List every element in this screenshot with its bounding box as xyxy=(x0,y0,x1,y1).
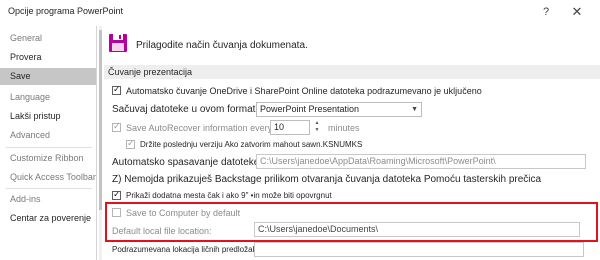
sidebar-divider xyxy=(6,188,92,189)
sidebar-item-proofing[interactable]: Provera xyxy=(0,49,96,66)
sidebar-item-advanced[interactable]: Advanced xyxy=(0,127,96,144)
personal-templates-input[interactable] xyxy=(254,242,584,257)
help-button[interactable]: ? xyxy=(538,4,554,20)
autorecover-minutes-value: 10 xyxy=(274,122,285,132)
options-sidebar: General Provera Save Language Lakši pris… xyxy=(0,26,97,260)
autosave-checkbox[interactable] xyxy=(112,84,121,95)
sidebar-item-save[interactable]: Save xyxy=(0,68,96,85)
section-title: Čuvanje prezentacija xyxy=(108,67,193,77)
show-additional-places-checkbox[interactable] xyxy=(112,189,121,200)
sidebar-item-customize-ribbon[interactable]: Customize Ribbon xyxy=(0,150,96,167)
title-bar: Opcije programa PowerPoint ? ✕ xyxy=(0,0,600,24)
sidebar-item-quick-access-toolbar[interactable]: Quick Access Toolbar xyxy=(0,169,96,186)
show-additional-places-label: Prikaži dodatna mesta čak i ako 9" •in m… xyxy=(126,191,332,200)
autosave-label: Automatsko čuvanje OneDrive i SharePoint… xyxy=(126,86,482,96)
save-icon xyxy=(109,34,127,52)
spinner-arrows-icon[interactable]: ▲ ▼ xyxy=(312,120,322,134)
autorecover-minutes-input[interactable]: 10 xyxy=(270,120,310,135)
content-scrollbar-thumb[interactable] xyxy=(99,30,102,210)
autorecover-location-input[interactable]: C:\Users\janedoe\AppData\Roaming\Microso… xyxy=(256,154,586,169)
window-title: Opcije programa PowerPoint xyxy=(8,6,124,16)
sidebar-item-general[interactable]: General xyxy=(0,30,96,47)
page-header: Prilagodite način čuvanja dokumenata. xyxy=(136,40,308,51)
default-local-location-input[interactable]: C:\Users\janedoe\Documents\ xyxy=(254,222,580,237)
default-local-location-label: Default local file location: xyxy=(112,226,212,236)
sidebar-divider xyxy=(6,147,92,148)
autorecover-label: Save AutoRecover information every xyxy=(126,123,273,133)
autorecover-location-value: C:\Users\janedoe\AppData\Roaming\Microso… xyxy=(260,156,496,166)
save-options-panel: Prilagodite način čuvanja dokumenata. Ču… xyxy=(104,26,600,260)
sidebar-item-accessibility[interactable]: Lakši pristup xyxy=(0,108,96,125)
sidebar-item-trust-center[interactable]: Centar za poverenje xyxy=(0,210,96,227)
format-select[interactable]: PowerPoint Presentation ▼ xyxy=(256,102,422,117)
close-button[interactable]: ✕ xyxy=(569,4,585,20)
autorecover-unit: minutes xyxy=(328,123,360,133)
keep-last-version-checkbox[interactable] xyxy=(126,138,135,149)
section-header: Čuvanje prezentacija xyxy=(104,65,600,79)
keep-last-version-label: Držite poslednju verziju Ako zatvorim ma… xyxy=(140,140,363,149)
format-label: Sačuvaj datoteke u ovom formatu xyxy=(112,104,261,115)
chevron-down-icon: ▼ xyxy=(411,106,418,113)
save-to-computer-label: Save to Computer by default xyxy=(126,208,241,218)
save-to-computer-checkbox[interactable] xyxy=(112,208,121,217)
sidebar-item-language[interactable]: Language xyxy=(0,89,96,106)
personal-templates-label: Podrazumevana lokacija ličnih predložaka… xyxy=(112,245,264,254)
default-local-location-value: C:\Users\janedoe\Documents\ xyxy=(258,224,379,234)
autorecover-checkbox[interactable] xyxy=(112,121,121,132)
sidebar-item-add-ins[interactable]: Add-ins xyxy=(0,191,96,208)
format-select-value: PowerPoint Presentation xyxy=(260,104,360,114)
backstage-label: Z) Nemojda prikazuješ Backstage prilikom… xyxy=(112,174,542,185)
